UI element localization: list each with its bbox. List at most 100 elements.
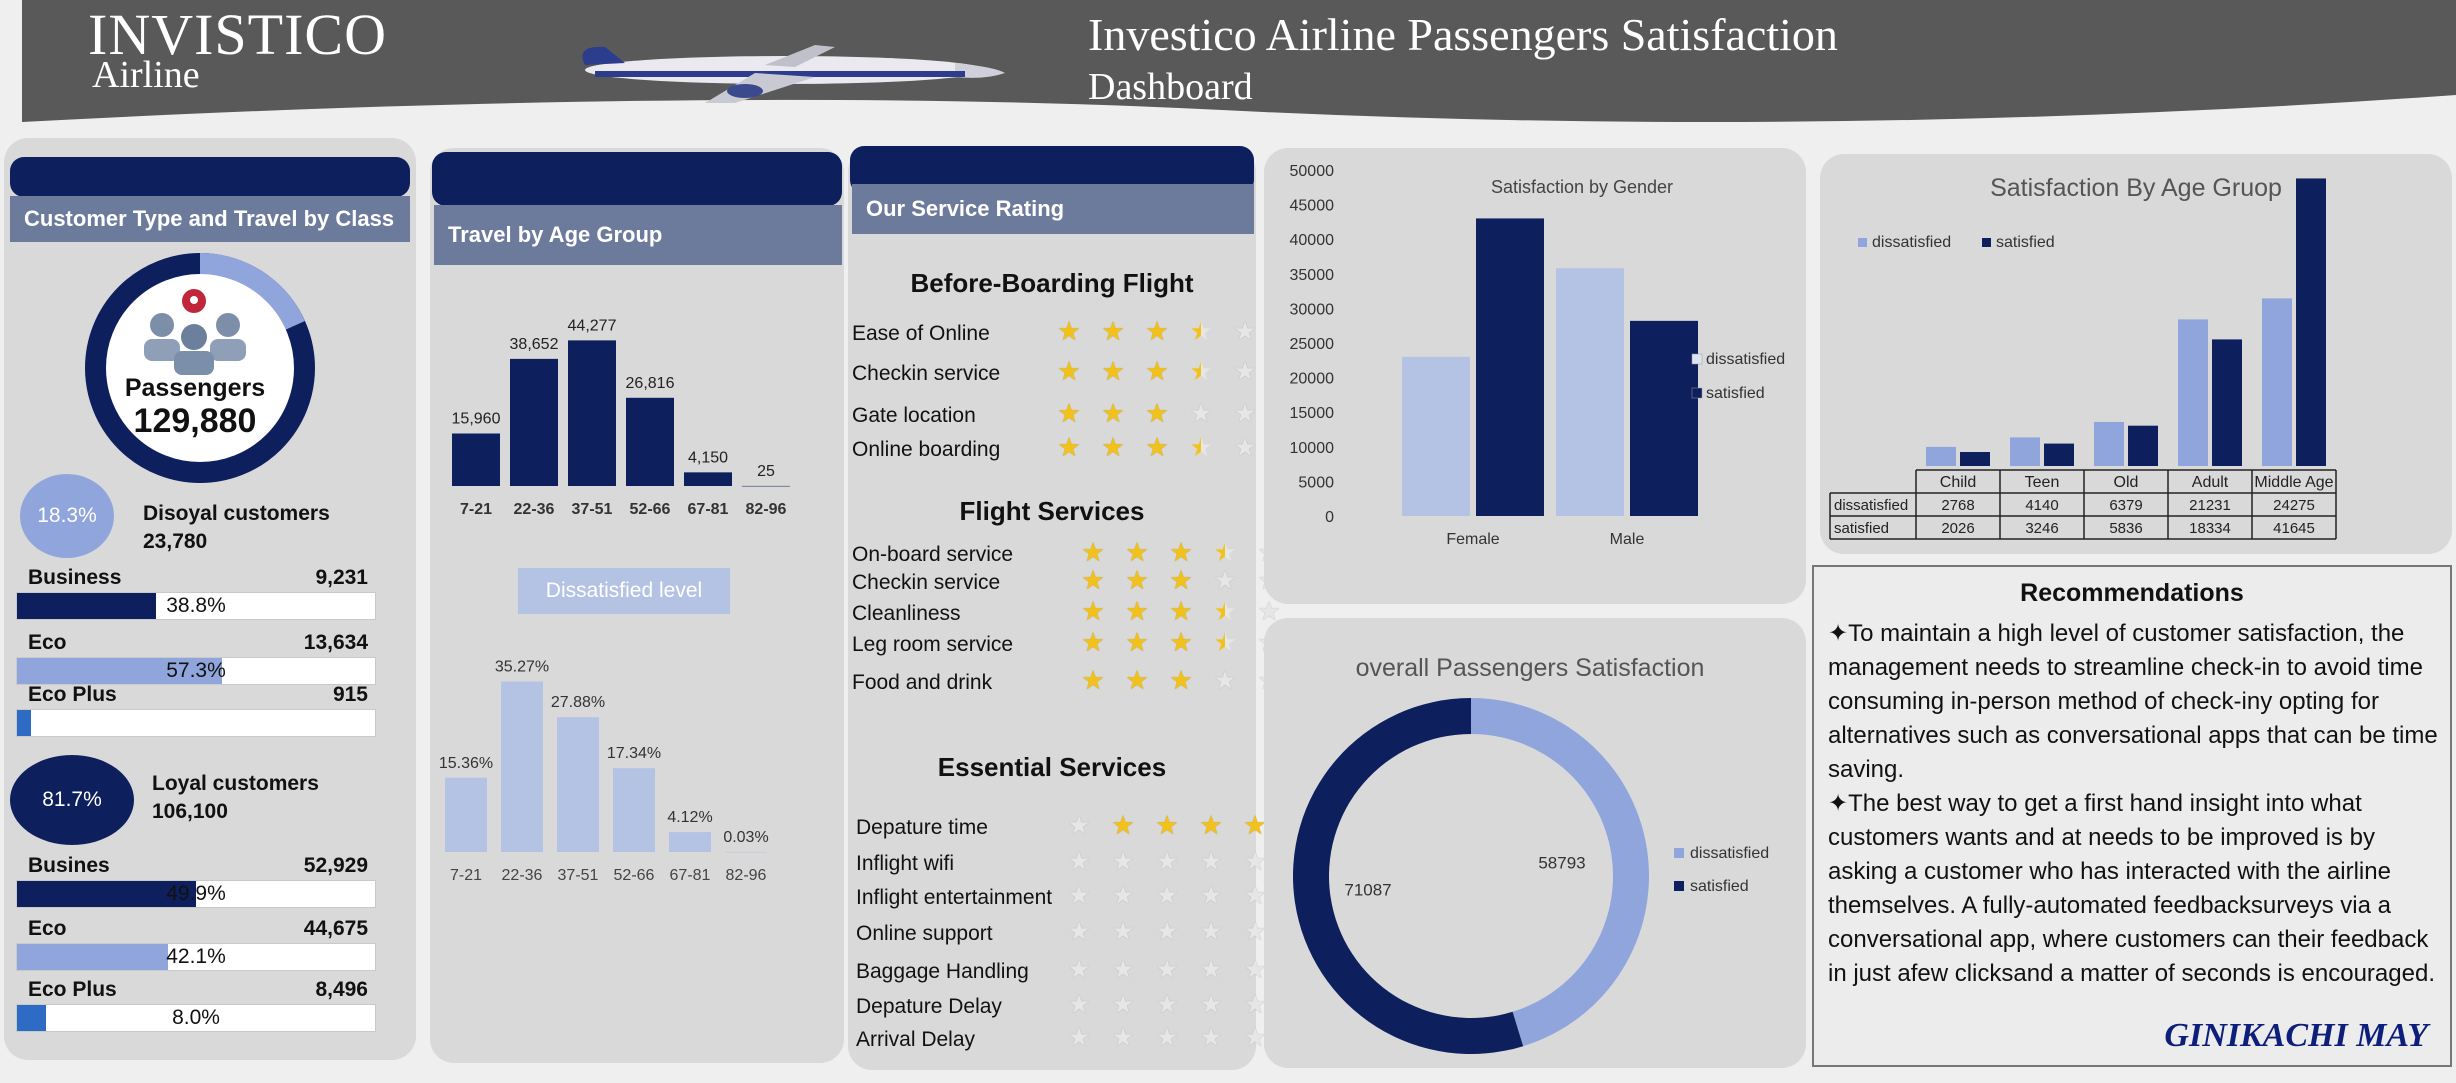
legend-label: dissatisfied: [1690, 845, 1769, 862]
star-full-icon: ★: [1145, 316, 1169, 346]
class-pct: 38.8%: [166, 594, 226, 617]
service-item-label: Baggage Handling: [856, 960, 1029, 983]
class-count: 13,634: [303, 631, 368, 654]
class-name: Eco: [28, 917, 67, 940]
star-empty-icon: ★: [1111, 954, 1135, 984]
bar-Child-dissatisfied: [1926, 446, 1956, 466]
service-item-label: Checkin service: [852, 571, 1001, 594]
ring-value: 129,880: [133, 402, 257, 440]
star-half-icon: ★: [1186, 358, 1216, 384]
service-item-label: Online boarding: [852, 438, 1001, 461]
bar-7-21: [445, 777, 487, 852]
slice-satisfied: [1293, 698, 1524, 1054]
star-empty-icon: ★: [1067, 880, 1091, 910]
class-progress-bar: 57.3%: [16, 657, 376, 685]
data-label: 17.34%: [607, 745, 661, 762]
bar-37-51: [568, 340, 616, 486]
dissatisfied-level-label: Dissatisfied level: [518, 568, 730, 614]
legend-label: dissatisfied: [1872, 234, 1951, 251]
data-label: 0.03%: [723, 829, 768, 846]
service-panel-title: Our Service Rating: [852, 184, 1254, 234]
service-item-label: Gate location: [852, 404, 976, 427]
star-empty-icon: ★: [1067, 989, 1091, 1019]
star-half-icon: ★: [1210, 629, 1240, 655]
star-rating: ★★★★★: [1064, 848, 1270, 874]
service-item-label: Inflight wifi: [856, 852, 955, 875]
star-rating: ★★★★★: [1078, 567, 1284, 593]
star-empty-icon: ★: [1199, 954, 1223, 984]
class-name: Busines: [28, 854, 110, 877]
data-label: 25: [757, 463, 775, 480]
star-half-icon: ★: [1210, 598, 1240, 624]
star-rating: ★★★★★: [1078, 629, 1284, 655]
author-signature: GINIKACHI MAY: [2164, 1017, 2428, 1054]
star-rating: ★★★★★: [1078, 539, 1284, 565]
data-label: 15,960: [452, 411, 501, 428]
star-empty-icon: ★: [1067, 846, 1091, 876]
class-count: 52,929: [303, 854, 368, 877]
star-full-icon: ★: [1145, 356, 1169, 386]
loyal-count: 106,100: [152, 800, 228, 823]
star-empty-icon: ★: [1233, 432, 1257, 462]
star-empty-icon: ★: [1111, 1022, 1135, 1052]
bar-Adult-dissatisfied: [2178, 319, 2208, 466]
x-tick-label: Female: [1446, 531, 1499, 548]
class-name: Eco Plus: [28, 978, 117, 1001]
tick-label: 52-66: [630, 501, 671, 518]
disloyal-label: Disoyal customers: [143, 502, 330, 525]
star-full-icon: ★: [1057, 356, 1081, 386]
star-rating: ★★★★★: [1064, 918, 1270, 944]
bar-82-96: [742, 485, 790, 487]
star-full-icon: ★: [1101, 432, 1125, 462]
star-full-icon: ★: [1125, 565, 1149, 595]
data-label: 38,652: [510, 336, 559, 353]
star-empty-icon: ★: [1233, 356, 1257, 386]
star-empty-icon: ★: [1199, 1022, 1223, 1052]
data-label: 44,277: [568, 317, 617, 334]
tick-label: 7-21: [450, 867, 482, 884]
tick-label: 52-66: [614, 867, 655, 884]
class-progress-bar: 49.9%: [16, 880, 376, 908]
panel-header-bar: [10, 157, 410, 197]
table-cell: 41645: [2273, 520, 2315, 537]
service-item-label: Ease of Online: [852, 322, 990, 345]
service-item-label: Arrival Delay: [856, 1028, 976, 1051]
star-half-icon: ★: [1186, 434, 1216, 460]
bar-Child-satisfied: [1960, 452, 1990, 466]
class-progress-bar: 38.8%: [16, 592, 376, 620]
star-empty-icon: ★: [1111, 916, 1135, 946]
class-count: 44,675: [303, 917, 368, 940]
star-full-icon: ★: [1057, 398, 1081, 428]
bar-67-81: [669, 832, 711, 852]
y-tick-label: 0: [1325, 509, 1334, 526]
tick-label: 67-81: [670, 867, 711, 884]
star-full-icon: ★: [1169, 565, 1193, 595]
service-section-heading: Flight Services: [959, 496, 1145, 526]
class-count: 915: [332, 683, 368, 706]
table-cell: 4140: [2025, 497, 2058, 514]
star-full-icon: ★: [1081, 665, 1105, 695]
bar-Female-satisfied: [1476, 218, 1544, 516]
star-rating: ★★★★★: [1064, 1024, 1270, 1050]
star-full-icon: ★: [1169, 537, 1193, 567]
star-empty-icon: ★: [1155, 880, 1179, 910]
star-full-icon: ★: [1125, 627, 1149, 657]
class-count: 8,496: [315, 978, 368, 1001]
table-cell: 5836: [2109, 520, 2142, 537]
table-cell: 6379: [2109, 497, 2142, 514]
star-full-icon: ★: [1155, 810, 1179, 840]
class-pct: 42.1%: [166, 945, 226, 968]
tick-label: 82-96: [726, 867, 767, 884]
star-empty-icon: ★: [1213, 565, 1237, 595]
star-empty-icon: ★: [1233, 316, 1257, 346]
bar-Male-dissatisfied: [1556, 268, 1624, 516]
star-full-icon: ★: [1169, 665, 1193, 695]
disloyal-pct-badge: 18.3%: [20, 474, 114, 558]
data-label: 26,816: [626, 375, 675, 392]
star-empty-icon: ★: [1067, 1022, 1091, 1052]
star-full-icon: ★: [1111, 810, 1135, 840]
dashboard-subtitle: Dashboard: [1088, 66, 1253, 108]
star-empty-icon: ★: [1199, 916, 1223, 946]
airplane-icon: [582, 45, 1005, 103]
service-item-label: Depature Delay: [856, 995, 1002, 1018]
